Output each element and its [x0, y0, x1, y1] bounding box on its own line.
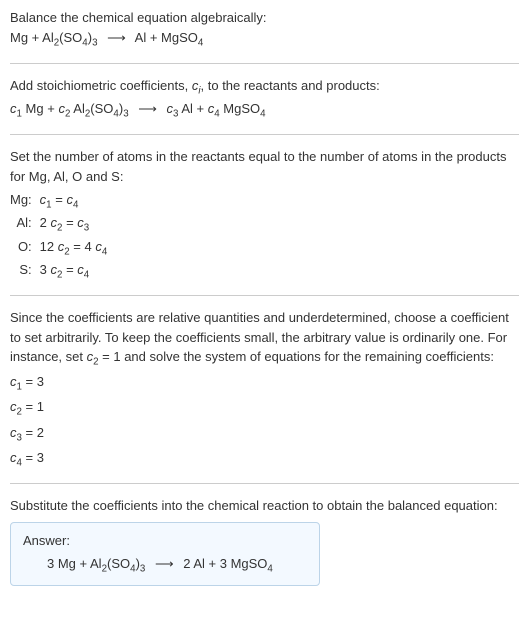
sub: 4 — [102, 246, 107, 257]
sub: 3 — [84, 223, 89, 234]
sub: 4 — [73, 200, 78, 211]
reactant-text: 3 Mg + Al — [47, 556, 102, 571]
sub: 3 — [140, 564, 145, 575]
text: (SO — [90, 101, 113, 116]
element-label: Al: — [10, 213, 40, 236]
element-label: S: — [10, 260, 40, 283]
eq: = — [62, 262, 77, 277]
text: Al — [70, 101, 84, 116]
table-row: Al: 2 c2 = c3 — [10, 213, 107, 236]
step4-text: Substitute the coefficients into the che… — [10, 496, 519, 516]
table-row: O: 12 c2 = 4 c4 — [10, 237, 107, 260]
element-equation: c1 = c4 — [40, 190, 108, 213]
text: , to the reactants and products: — [201, 78, 380, 93]
sub: 3 — [123, 109, 128, 120]
intro-section: Balance the chemical equation algebraica… — [10, 8, 519, 51]
coeff-num: 3 — [40, 262, 51, 277]
solution-line: c2 = 1 — [10, 397, 519, 420]
step3-section: Since the coefficients are relative quan… — [10, 308, 519, 471]
element-label: O: — [10, 237, 40, 260]
answer-label: Answer: — [23, 531, 307, 551]
value: = 3 — [22, 450, 44, 465]
coeff-num: 4 — [85, 239, 96, 254]
sub: 4 — [198, 37, 203, 48]
sub: 3 — [92, 37, 97, 48]
table-row: Mg: c1 = c4 — [10, 190, 107, 213]
element-equation: 12 c2 = 4 c4 — [40, 237, 108, 260]
sub: 4 — [84, 269, 89, 280]
sub: 4 — [260, 109, 265, 120]
divider — [10, 295, 519, 296]
element-label: Mg: — [10, 190, 40, 213]
arrow-icon: ⟶ — [107, 30, 126, 45]
step1-section: Add stoichiometric coefficients, ci, to … — [10, 76, 519, 122]
intro-text: Balance the chemical equation algebraica… — [10, 8, 519, 28]
coeff-num: 12 — [40, 239, 58, 254]
sub: 4 — [267, 564, 272, 575]
value: = 1 — [22, 399, 44, 414]
coeff-num: 2 — [40, 215, 51, 230]
element-equation: 2 c2 = c3 — [40, 213, 108, 236]
text: MgSO — [220, 101, 260, 116]
step2-section: Set the number of atoms in the reactants… — [10, 147, 519, 283]
step1-text: Add stoichiometric coefficients, ci, to … — [10, 76, 519, 99]
arrow-icon: ⟶ — [138, 101, 157, 116]
element-equation: 3 c2 = c4 — [40, 260, 108, 283]
answer-box: Answer: 3 Mg + Al2(SO4)3 ⟶ 2 Al + 3 MgSO… — [10, 522, 320, 587]
text: Add stoichiometric coefficients, — [10, 78, 192, 93]
eq: = — [62, 215, 77, 230]
step2-text: Set the number of atoms in the reactants… — [10, 147, 519, 186]
eq: = — [70, 239, 85, 254]
unbalanced-equation: Mg + Al2(SO4)3 ⟶ Al + MgSO4 — [10, 28, 519, 51]
stoich-equation: c1 Mg + c2 Al2(SO4)3 ⟶ c3 Al + c4 MgSO4 — [10, 99, 519, 122]
eq: = — [52, 192, 67, 207]
reactant-text: (SO — [59, 30, 82, 45]
reactant-text: (SO — [107, 556, 130, 571]
solution-line: c3 = 2 — [10, 423, 519, 446]
product-text: 2 Al + 3 MgSO — [183, 556, 267, 571]
divider — [10, 63, 519, 64]
divider — [10, 134, 519, 135]
atom-balance-table: Mg: c1 = c4 Al: 2 c2 = c3 O: 12 c2 = 4 c… — [10, 190, 107, 283]
reactant-text: Mg + Al — [10, 30, 54, 45]
balanced-equation: 3 Mg + Al2(SO4)3 ⟶ 2 Al + 3 MgSO4 — [23, 554, 307, 577]
solution-line: c4 = 3 — [10, 448, 519, 471]
product-text: Al + MgSO — [135, 30, 198, 45]
solution-line: c1 = 3 — [10, 372, 519, 395]
step4-section: Substitute the coefficients into the che… — [10, 496, 519, 516]
text: Mg + — [22, 101, 59, 116]
text: Al + — [178, 101, 207, 116]
arrow-icon: ⟶ — [155, 556, 174, 571]
table-row: S: 3 c2 = c4 — [10, 260, 107, 283]
text: = 1 and solve the system of equations fo… — [99, 349, 494, 364]
divider — [10, 483, 519, 484]
step3-text: Since the coefficients are relative quan… — [10, 308, 519, 370]
value: = 2 — [22, 425, 44, 440]
value: = 3 — [22, 374, 44, 389]
